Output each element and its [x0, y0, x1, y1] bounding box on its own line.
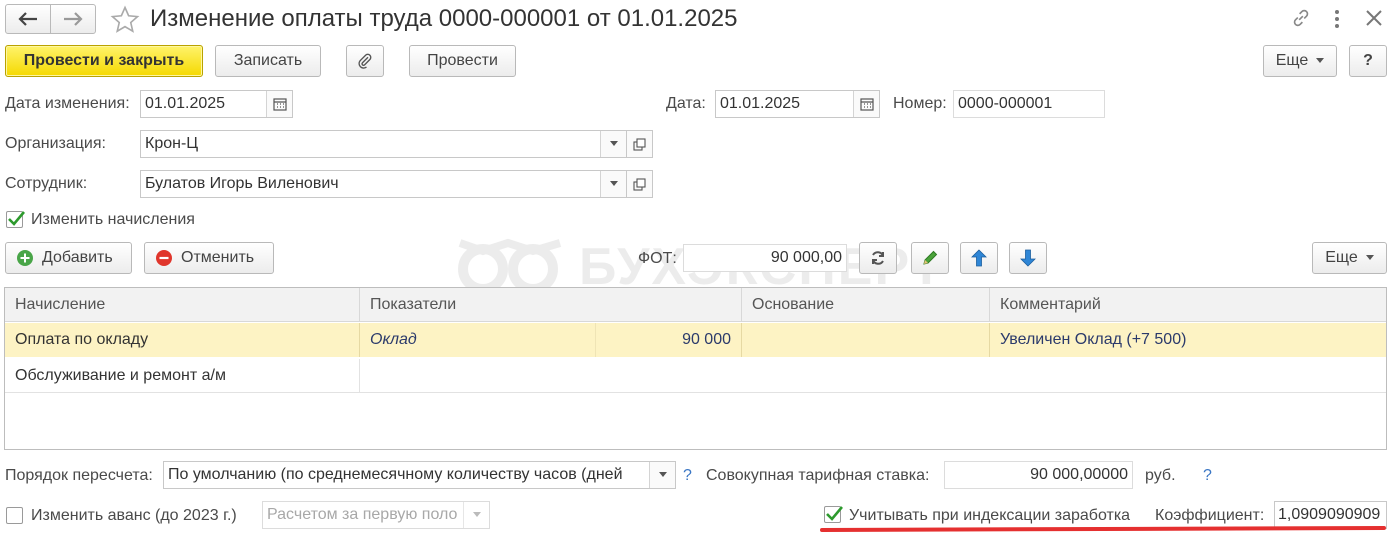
- coef-label: Коэффициент:: [1155, 507, 1265, 524]
- plus-circle-icon: [17, 250, 33, 266]
- column-header-comment[interactable]: Комментарий: [990, 288, 1386, 322]
- help-button[interactable]: ?: [1349, 45, 1387, 77]
- refresh-icon: [872, 251, 884, 265]
- menu-dots-icon[interactable]: [1333, 9, 1341, 34]
- checkmark-icon: [8, 211, 25, 226]
- calendar-icon[interactable]: [853, 91, 879, 117]
- fot-label: ФОТ:: [638, 250, 677, 267]
- arrow-down-icon: [1020, 249, 1036, 267]
- post-button[interactable]: Провести: [409, 45, 516, 77]
- total-rate-value: 90 000,00000: [1030, 466, 1128, 483]
- change-date-value: 01.01.2025: [145, 95, 226, 112]
- arrow-up-icon: [971, 249, 987, 267]
- cancel-label: Отменить: [181, 249, 255, 266]
- org-label: Организация:: [5, 135, 106, 152]
- minus-circle-icon: [156, 250, 172, 266]
- column-header-basis[interactable]: Основание: [742, 288, 990, 322]
- save-button[interactable]: Записать: [215, 45, 321, 77]
- employee-open-button[interactable]: [627, 170, 653, 198]
- row-comment-cell[interactable]: Увеличен Оклад (+7 500): [990, 323, 1386, 357]
- more-label: Еще: [1275, 52, 1309, 69]
- fot-field: 90 000,00: [683, 244, 847, 272]
- coef-value: 1,0909090909: [1278, 506, 1381, 523]
- row-accrual-cell[interactable]: Оплата по окладу: [5, 323, 360, 357]
- grid-more-label: Еще: [1325, 249, 1358, 266]
- pencil-icon: [923, 250, 938, 265]
- column-header-indicators[interactable]: Показатели: [360, 288, 742, 322]
- employee-value: Булатов Игорь Виленович: [145, 175, 339, 192]
- employee-label: Сотрудник:: [5, 175, 88, 192]
- arrow-left-icon: [18, 12, 37, 26]
- cancel-accrual-button[interactable]: Отменить: [144, 242, 274, 274]
- number-label: Номер:: [893, 95, 947, 112]
- forward-button[interactable]: [50, 4, 96, 34]
- change-accruals-checkbox[interactable]: [6, 211, 25, 228]
- change-date-field[interactable]: 01.01.2025: [140, 90, 293, 118]
- total-rate-field: 90 000,00000: [944, 461, 1133, 489]
- paperclip-icon: [358, 53, 372, 69]
- recalc-value: По умолчанию (по среднемесячному количес…: [168, 466, 623, 483]
- org-value: Крон-Ц: [145, 135, 199, 152]
- add-label: Добавить: [42, 249, 113, 266]
- highlight-underline: [819, 526, 1387, 532]
- fot-value: 90 000,00: [770, 249, 842, 266]
- row-indicator-cell[interactable]: Оклад: [360, 323, 596, 357]
- row-indicator-cell[interactable]: [360, 359, 742, 393]
- move-up-button[interactable]: [960, 242, 998, 274]
- open-window-icon: [633, 137, 646, 151]
- checkmark-icon: [826, 506, 843, 521]
- total-rate-label: Совокупная тарифная ставка:: [706, 467, 930, 484]
- coef-field[interactable]: 1,0909090909: [1274, 501, 1387, 529]
- currency-label: руб.: [1145, 467, 1176, 484]
- post-and-close-button[interactable]: Провести и закрыть: [5, 45, 203, 77]
- window-title: Изменение оплаты труда 0000-000001 от 01…: [150, 5, 738, 32]
- edit-button[interactable]: [911, 242, 949, 274]
- recalc-label: Порядок пересчета:: [5, 467, 153, 484]
- indexation-checkbox[interactable]: [824, 506, 843, 523]
- recalc-help-icon[interactable]: ?: [683, 467, 692, 485]
- date-field[interactable]: 01.01.2025: [715, 90, 880, 118]
- number-field[interactable]: 0000-000001: [953, 90, 1105, 118]
- accruals-table[interactable]: Начисление Показатели Основание Коммента…: [4, 287, 1387, 450]
- indexation-label: Учитывать при индексации заработка: [849, 507, 1131, 524]
- org-field[interactable]: Крон-Ц: [140, 130, 627, 158]
- caret-down-icon: [1365, 255, 1374, 260]
- employee-field[interactable]: Булатов Игорь Виленович: [140, 170, 627, 198]
- recalc-field[interactable]: По умолчанию (по среднемесячному количес…: [163, 461, 676, 489]
- column-header-accrual[interactable]: Начисление: [5, 288, 360, 322]
- attach-button[interactable]: [346, 45, 384, 77]
- change-advance-checkbox[interactable]: [6, 507, 23, 524]
- number-value: 0000-000001: [958, 95, 1053, 112]
- favorite-star-icon[interactable]: [110, 5, 140, 40]
- grid-more-button[interactable]: Еще: [1312, 242, 1387, 274]
- change-advance-label: Изменить аванс (до 2023 г.): [31, 507, 237, 524]
- refresh-button[interactable]: [859, 242, 897, 274]
- date-label: Дата:: [666, 95, 706, 112]
- caret-down-icon: [1316, 58, 1325, 63]
- row-indicator-value-cell[interactable]: 90 000: [596, 323, 742, 357]
- dropdown-icon: [463, 502, 489, 528]
- calendar-icon[interactable]: [266, 91, 292, 117]
- arrow-right-icon: [64, 12, 83, 26]
- advance-value: Расчетом за первую поло: [267, 506, 458, 523]
- open-window-icon: [633, 177, 646, 191]
- change-accruals-label: Изменить начисления: [31, 211, 195, 228]
- rate-help-icon[interactable]: ?: [1203, 467, 1212, 485]
- add-button[interactable]: Добавить: [5, 242, 132, 274]
- dropdown-icon[interactable]: [600, 131, 626, 157]
- change-date-label: Дата изменения:: [5, 95, 130, 112]
- close-icon[interactable]: [1364, 8, 1384, 33]
- advance-field: Расчетом за первую поло: [262, 501, 490, 529]
- dropdown-icon[interactable]: [600, 171, 626, 197]
- dropdown-icon[interactable]: [649, 462, 675, 488]
- row-accrual-cell[interactable]: Обслуживание и ремонт а/м: [5, 359, 360, 393]
- move-down-button[interactable]: [1009, 242, 1047, 274]
- more-button[interactable]: Еще: [1263, 45, 1337, 77]
- back-button[interactable]: [5, 4, 51, 34]
- row-basis-cell[interactable]: [742, 323, 990, 357]
- link-icon[interactable]: [1290, 7, 1312, 34]
- org-open-button[interactable]: [627, 130, 653, 158]
- date-value: 01.01.2025: [720, 95, 801, 112]
